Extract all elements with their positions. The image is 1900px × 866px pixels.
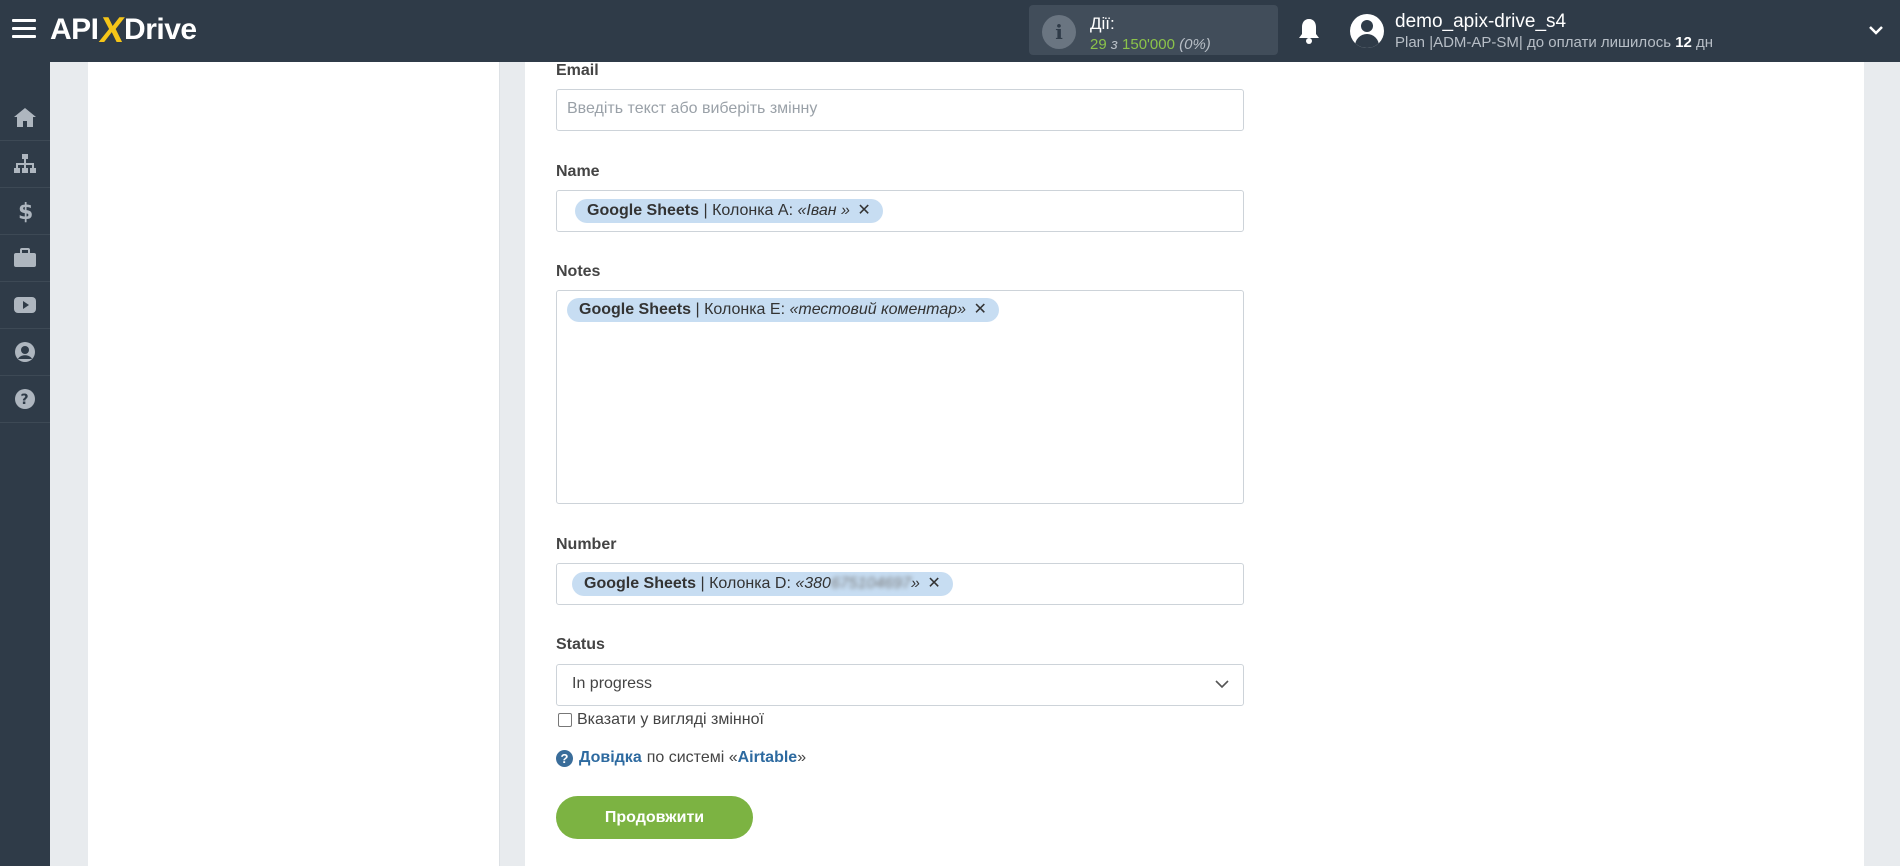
notes-variable-chip[interactable]: Google Sheets | Колонка E: «тестовий ком… <box>567 298 999 322</box>
user-icon <box>15 342 35 362</box>
sidebar-item-home[interactable] <box>0 94 50 141</box>
notes-field[interactable]: Google Sheets | Колонка E: «тестовий ком… <box>556 290 1244 504</box>
dollar-icon: $ <box>18 200 33 223</box>
svg-text:$: $ <box>18 200 33 223</box>
svg-text:?: ? <box>21 392 29 408</box>
email-placeholder: Введіть текст або виберіть змінну <box>567 100 818 117</box>
actions-label: Дії: <box>1090 14 1115 33</box>
help-link[interactable]: Довідка <box>579 749 642 767</box>
help-icon: ? <box>15 389 35 409</box>
number-field[interactable]: Google Sheets | Колонка D: «380675104697… <box>556 563 1244 605</box>
status-select[interactable]: In progress <box>556 664 1244 706</box>
sitemap-icon <box>14 154 36 173</box>
email-field[interactable]: Введіть текст або виберіть змінну <box>556 89 1244 131</box>
sidebar-item-profile[interactable] <box>0 329 50 376</box>
notes-label: Notes <box>556 263 601 280</box>
name-label: Name <box>556 163 600 180</box>
home-icon <box>14 108 36 127</box>
sidebar-item-connections[interactable] <box>0 141 50 188</box>
help-row: ? Довідка по системі «Airtable» <box>556 749 806 767</box>
sidebar: $ ? <box>0 62 50 866</box>
actions-count: 29 з 150'000 (0%) <box>1090 36 1211 53</box>
logo[interactable]: API X Drive <box>50 9 197 50</box>
username[interactable]: demo_apix-drive_s4 <box>1395 11 1566 33</box>
top-bar: API X Drive i Дії: 29 з 150'000 (0%) demo_… <box>0 0 1900 62</box>
youtube-icon <box>14 297 36 313</box>
sidebar-item-help[interactable]: ? <box>0 376 50 423</box>
plan-info: Plan |ADM-AP-SM| до оплати лишилось 12 д… <box>1395 34 1714 51</box>
info-icon: i <box>1042 15 1076 49</box>
left-panel <box>88 62 500 866</box>
help-system[interactable]: Airtable <box>738 749 798 767</box>
number-variable-chip[interactable]: Google Sheets | Колонка D: «380675104697… <box>572 572 953 596</box>
name-field[interactable]: Google Sheets | Колонка А: «Іван » ✕ <box>556 190 1244 232</box>
close-icon[interactable]: ✕ <box>973 301 986 318</box>
name-variable-chip[interactable]: Google Sheets | Колонка А: «Іван » ✕ <box>575 199 883 223</box>
actions-counter[interactable]: i Дії: 29 з 150'000 (0%) <box>1029 5 1278 55</box>
as-variable-label: Вказати у вигляді змінної <box>577 711 764 728</box>
chevron-down-icon[interactable] <box>1868 22 1884 38</box>
status-label: Status <box>556 636 605 653</box>
continue-button[interactable]: Продовжити <box>556 796 753 839</box>
sidebar-item-video[interactable] <box>0 282 50 329</box>
as-variable-row[interactable]: Вказати у вигляді змінної <box>558 711 764 729</box>
sidebar-item-billing[interactable]: $ <box>0 188 50 235</box>
sidebar-item-portfolio[interactable] <box>0 235 50 282</box>
close-icon[interactable]: ✕ <box>857 202 870 219</box>
email-label: Email <box>556 62 599 79</box>
bell-icon[interactable] <box>1297 17 1321 45</box>
chevron-down-icon <box>1215 680 1229 689</box>
question-icon: ? <box>556 749 573 767</box>
number-label: Number <box>556 536 617 553</box>
status-value: In progress <box>572 675 653 692</box>
briefcase-icon <box>14 248 36 267</box>
as-variable-checkbox[interactable] <box>558 713 572 727</box>
menu-icon[interactable] <box>12 19 36 39</box>
close-icon[interactable]: ✕ <box>927 575 940 592</box>
avatar[interactable] <box>1350 14 1384 48</box>
